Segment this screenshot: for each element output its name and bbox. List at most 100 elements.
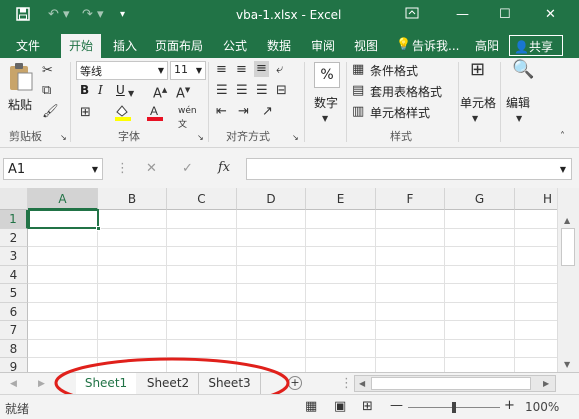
enter-icon[interactable]: ✓ (182, 162, 193, 176)
tab-view[interactable]: 视图 (354, 37, 378, 54)
row-header[interactable]: 9 (0, 358, 28, 372)
dialog-launcher-icon[interactable]: ↘ (60, 131, 67, 145)
splitter-icon[interactable]: ⋮ (340, 377, 353, 391)
column-header[interactable]: H (515, 188, 557, 210)
cells-icon[interactable]: ⊞ (470, 61, 485, 79)
zoom-slider-thumb[interactable] (452, 402, 456, 413)
chevron-down-icon[interactable]: ▼ (128, 87, 134, 101)
decrease-indent-icon[interactable]: ⇤ (216, 105, 227, 119)
tab-formulas[interactable]: 公式 (223, 37, 247, 54)
fill-handle[interactable] (96, 226, 101, 231)
decrease-font-icon[interactable]: A▼ (176, 83, 190, 101)
tab-data[interactable]: 数据 (267, 37, 291, 54)
format-as-table-icon[interactable]: ▤ (352, 84, 364, 98)
row-header[interactable]: 8 (0, 340, 28, 358)
cancel-icon[interactable]: ✕ (146, 162, 157, 176)
zoom-in-icon[interactable]: + (504, 399, 515, 413)
align-center-icon[interactable]: ☰ (236, 84, 248, 98)
increase-indent-icon[interactable]: ⇥ (238, 105, 249, 119)
chevron-down-icon[interactable]: ▼ (516, 112, 522, 126)
number-format-button[interactable]: 数字 (314, 94, 338, 111)
format-as-table-button[interactable]: 套用表格格式 (370, 83, 442, 100)
select-all-corner[interactable] (0, 188, 28, 210)
chevron-down-icon[interactable]: ▼ (472, 112, 478, 126)
share-button[interactable]: 👤共享 (509, 35, 563, 56)
cells-button[interactable]: 单元格 (460, 94, 496, 111)
next-sheet-icon[interactable]: ▶ (38, 377, 45, 391)
cell-styles-button[interactable]: 单元格样式 (370, 104, 430, 121)
increase-font-icon[interactable]: A▲ (153, 83, 167, 101)
expand-formula-icon[interactable]: ▼ (560, 165, 566, 174)
page-break-view-icon[interactable]: ⊞ (362, 400, 373, 414)
column-header[interactable]: F (376, 188, 445, 210)
font-size-select[interactable]: 11 ▼ (170, 61, 206, 80)
close-icon[interactable]: ✕ (545, 7, 556, 23)
font-color-icon[interactable]: A (146, 103, 164, 125)
row-header[interactable]: 7 (0, 321, 28, 340)
cut-icon[interactable]: ✂ (42, 64, 53, 78)
bold-button[interactable]: B (80, 83, 89, 97)
copy-icon[interactable]: ⧉ (42, 84, 51, 98)
italic-button[interactable]: I (98, 83, 103, 97)
chevron-down-icon[interactable]: ▼ (322, 112, 328, 126)
redo-icon[interactable]: ↷ ▾ (82, 7, 104, 23)
search-icon[interactable]: 🔍 (512, 61, 534, 79)
align-top-icon[interactable]: ≡ (216, 63, 227, 77)
collapse-ribbon-icon[interactable]: ˄ (560, 130, 565, 144)
minimize-icon[interactable]: — (456, 7, 469, 23)
ribbon-display-options-icon[interactable] (405, 7, 419, 24)
tab-insert[interactable]: 插入 (113, 37, 137, 54)
cell-styles-icon[interactable]: ▥ (352, 105, 364, 119)
undo-icon[interactable]: ↶ ▾ (48, 7, 70, 23)
row-header[interactable]: 5 (0, 284, 28, 303)
row-header[interactable]: 4 (0, 266, 28, 284)
column-header[interactable]: G (445, 188, 515, 210)
h-scroll-thumb[interactable] (371, 377, 531, 390)
formula-input[interactable]: ▼ (246, 158, 572, 180)
align-bottom-icon[interactable]: ≡ (254, 61, 269, 77)
normal-view-icon[interactable]: ▦ (305, 400, 317, 414)
orientation-icon[interactable]: ↗ (262, 105, 273, 119)
prev-sheet-icon[interactable]: ◀ (10, 377, 17, 391)
format-painter-icon[interactable]: 🖌 (42, 105, 59, 119)
tab-file[interactable]: 文件 (16, 37, 40, 54)
user-name[interactable]: 高阳 (475, 37, 499, 54)
font-name-select[interactable]: 等线 ▼ (76, 61, 168, 80)
customize-quick-access-icon[interactable]: ▾ (120, 7, 125, 23)
column-header[interactable]: E (306, 188, 376, 210)
maximize-icon[interactable]: ☐ (499, 7, 511, 23)
scroll-down-icon[interactable]: ▼ (564, 358, 570, 372)
column-header[interactable]: C (167, 188, 237, 210)
save-icon[interactable] (16, 7, 30, 26)
row-header[interactable]: 6 (0, 303, 28, 321)
borders-icon[interactable]: ⊞ (80, 106, 91, 120)
dialog-launcher-icon[interactable]: ↘ (197, 131, 204, 145)
insert-function-button[interactable]: fx (218, 161, 230, 175)
tab-page-layout[interactable]: 页面布局 (155, 37, 203, 54)
zoom-out-icon[interactable]: — (390, 399, 403, 413)
column-header[interactable]: B (98, 188, 167, 210)
sheet-tab-sheet1[interactable]: Sheet1 (76, 373, 136, 396)
scroll-left-icon[interactable]: ◀ (359, 377, 365, 391)
scroll-thumb[interactable] (561, 228, 575, 266)
align-right-icon[interactable]: ☰ (256, 84, 268, 98)
column-header[interactable]: A (28, 188, 98, 210)
tab-home[interactable]: 开始 (61, 34, 102, 58)
fill-color-icon[interactable] (114, 103, 132, 125)
dialog-launcher-icon[interactable]: ↘ (292, 131, 299, 145)
paste-button[interactable] (8, 62, 36, 98)
phonetic-guide-icon[interactable]: wén 文 (178, 104, 197, 132)
active-cell-A1[interactable] (28, 209, 99, 229)
align-middle-icon[interactable]: ≡ (236, 63, 247, 77)
underline-button[interactable]: U (116, 83, 125, 97)
scroll-right-icon[interactable]: ▶ (543, 377, 549, 391)
zoom-level[interactable]: 100% (525, 400, 559, 414)
row-header[interactable]: 1 (0, 210, 28, 229)
conditional-format-button[interactable]: 条件格式 (370, 62, 418, 79)
row-header[interactable]: 2 (0, 229, 28, 247)
percent-icon[interactable]: % (314, 62, 340, 88)
merge-center-icon[interactable]: ⊟ (276, 84, 287, 98)
wrap-text-icon[interactable]: ⤶ (276, 63, 283, 77)
sheet-tab-sheet2[interactable]: Sheet2 (138, 373, 199, 394)
scroll-up-icon[interactable]: ▲ (564, 214, 570, 228)
